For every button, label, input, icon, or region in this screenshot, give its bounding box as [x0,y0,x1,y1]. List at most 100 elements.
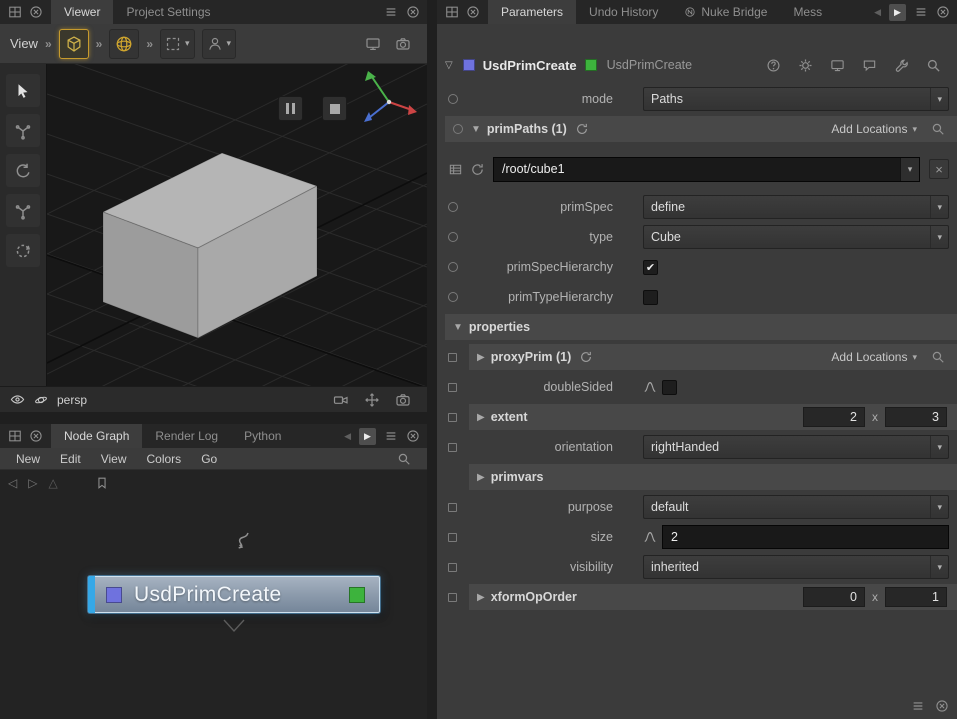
pane-grid-icon[interactable] [8,5,22,19]
update-icon[interactable] [579,350,593,364]
tab-messages[interactable]: Mess [780,0,835,24]
param-state-icon[interactable] [445,262,469,272]
node-name[interactable]: UsdPrimCreate [483,58,577,73]
section-extent[interactable]: ▶ extent 2 x 3 [469,404,957,430]
eye-icon[interactable] [10,392,25,407]
shading-mode-button[interactable] [59,29,89,59]
view-menu[interactable]: View [10,36,38,51]
extent-rows-field[interactable]: 3 [885,407,947,427]
param-state-icon[interactable] [445,94,469,104]
snapshot-camera-icon[interactable] [395,36,411,52]
comment-icon[interactable] [862,58,877,73]
xformoporder-rows-field[interactable]: 1 [885,587,947,607]
tab-viewer[interactable]: Viewer [51,0,113,24]
update-icon[interactable] [575,122,589,136]
scroll-tabs-left-icon[interactable]: ◀ [344,431,351,442]
viewport-canvas[interactable] [47,64,427,386]
node-edit-bar[interactable] [88,576,95,613]
mode-dropdown[interactable]: Paths ▾ [643,87,949,111]
expanded-icon[interactable]: ▼ [453,322,463,333]
close-icon[interactable] [406,429,420,443]
pause-button[interactable] [278,96,303,121]
visibility-dropdown[interactable]: inherited ▾ [643,555,949,579]
section-proxyprim[interactable]: ▶ proxyPrim (1) Add Locations ▾ [469,344,957,370]
pane-close-icon[interactable] [29,5,43,19]
node-render-swatch[interactable] [349,587,365,603]
prim-path-input[interactable]: /root/cube1 ▾ [493,157,920,182]
pane-menu-icon[interactable] [911,699,925,713]
pane-menu-icon[interactable] [384,429,398,443]
nav-up-icon[interactable]: △ [48,476,57,490]
collapsed-icon[interactable]: ▶ [477,352,485,363]
tab-nuke-bridge[interactable]: Nuke Bridge [671,0,780,24]
viewport[interactable]: persp [0,64,427,412]
film-camera-icon[interactable] [333,392,349,408]
menu-edit[interactable]: Edit [50,450,91,468]
section-properties[interactable]: ▼ properties [445,314,957,340]
param-state-icon[interactable] [445,413,469,422]
param-state-icon[interactable] [445,383,469,392]
orbit-icon[interactable] [34,393,48,407]
param-state-icon[interactable] [445,202,469,212]
collapsed-icon[interactable]: ▶ [477,412,485,423]
wrench-icon[interactable] [894,58,909,73]
select-tool-button[interactable] [6,74,40,107]
add-locations-button[interactable]: Add Locations [831,350,907,364]
list-icon[interactable] [448,162,463,177]
selection-mode-button[interactable]: ▾ [160,29,195,59]
help-icon[interactable] [766,58,781,73]
globe-mode-button[interactable] [109,29,139,59]
param-state-icon[interactable] [445,503,469,512]
bookmark-icon[interactable] [95,476,109,490]
stop-button[interactable] [322,96,347,121]
param-state-icon[interactable] [445,593,469,602]
extent-cols-field[interactable]: 2 [803,407,865,427]
rotate-tool-button[interactable] [6,154,40,187]
pane-grid-icon[interactable] [8,429,22,443]
type-dropdown[interactable]: Cube ▾ [643,225,949,249]
scale-tool-button[interactable] [6,194,40,227]
monitor-icon[interactable] [830,58,845,73]
curve-expression-icon[interactable] [643,530,657,544]
collapsed-icon[interactable]: ▶ [477,592,485,603]
chevrons-icon[interactable]: » [45,37,52,51]
pane-menu-icon[interactable] [914,5,928,19]
scroll-tabs-right-icon[interactable]: ▶ [889,4,906,21]
primspec-dropdown[interactable]: define ▾ [643,195,949,219]
purpose-dropdown[interactable]: default ▾ [643,495,949,519]
tab-undo-history[interactable]: Undo History [576,0,671,24]
node-view-swatch[interactable] [106,587,122,603]
add-locations-button[interactable]: Add Locations [831,122,907,136]
menu-new[interactable]: New [6,450,50,468]
menu-go[interactable]: Go [191,450,227,468]
nav-back-icon[interactable]: ◁ [8,476,17,490]
chevron-down-icon[interactable]: ▾ [900,158,919,181]
close-icon[interactable] [935,699,949,713]
camera-name[interactable]: persp [57,393,87,407]
pane-close-icon[interactable] [466,5,480,19]
section-xformoporder[interactable]: ▶ xformOpOrder 0 x 1 [469,584,957,610]
pane-close-icon[interactable] [29,429,43,443]
chevrons-icon[interactable]: » [96,37,103,51]
menu-colors[interactable]: Colors [137,450,192,468]
param-state-icon[interactable] [445,232,469,242]
param-state-icon[interactable] [445,353,469,362]
xformoporder-cols-field[interactable]: 0 [803,587,865,607]
menu-view[interactable]: View [91,450,137,468]
param-state-icon[interactable] [445,443,469,452]
param-state-icon[interactable] [445,533,469,542]
param-state-icon[interactable] [445,292,469,302]
tab-node-graph[interactable]: Node Graph [51,424,142,448]
axis-gizmo[interactable] [357,68,419,130]
monitor-icon[interactable] [365,36,381,52]
tab-render-log[interactable]: Render Log [142,424,231,448]
camera-icon[interactable] [395,392,411,408]
close-icon[interactable] [406,5,420,19]
tab-python[interactable]: Python [231,424,294,448]
orientation-dropdown[interactable]: rightHanded ▾ [643,435,949,459]
param-state-icon[interactable] [453,124,463,134]
gear-icon[interactable] [798,58,813,73]
primspechierarchy-checkbox[interactable]: ✔ [643,260,658,275]
collapsed-icon[interactable]: ▶ [477,472,485,483]
curve-expression-icon[interactable] [643,380,657,394]
